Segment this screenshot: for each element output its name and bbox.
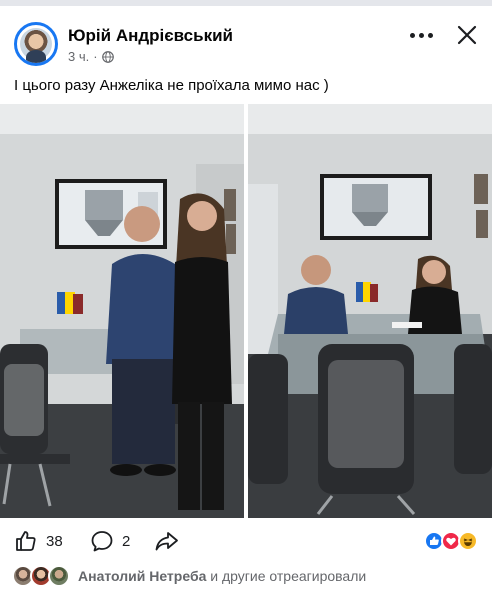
more-icon[interactable] [404,24,438,46]
post-photo-2[interactable] [248,104,492,518]
reactors-summary[interactable]: Анатолий Нетреба и другие отреагировали [12,565,482,589]
comment-icon [91,531,113,552]
reactors-text: Анатолий Нетреба и другие отреагировали [78,568,366,584]
share-icon [155,532,178,551]
haha-reaction-icon [458,531,478,551]
globe-icon[interactable] [101,50,114,63]
meta-separator: · [93,49,98,64]
comment-count: 2 [122,532,131,550]
post-header: Юрій Андрієвський 3 ч. · [0,14,492,72]
post-meta: 3 ч. · [68,49,114,64]
author-avatar[interactable] [14,22,58,66]
reactor-name[interactable]: Анатолий Нетреба [78,568,206,584]
like-icon [16,531,36,551]
like-count: 38 [46,532,63,550]
comment-button[interactable]: 2 [90,526,130,556]
feed-divider [0,0,492,6]
post-photo-1[interactable] [0,104,244,518]
like-button[interactable]: 38 [14,526,63,556]
post-time[interactable]: 3 ч. [68,49,89,64]
author-name[interactable]: Юрій Андрієвський [68,26,233,46]
reactor-avatar [48,565,70,587]
post-actions: 38 2 [0,526,492,556]
close-icon[interactable] [454,22,480,48]
reactors-rest: и другие отреагировали [210,568,367,584]
reaction-icons[interactable] [424,531,482,551]
post-caption: І цього разу Анжеліка не проїхала мимо н… [14,77,329,94]
share-button[interactable] [154,526,180,556]
